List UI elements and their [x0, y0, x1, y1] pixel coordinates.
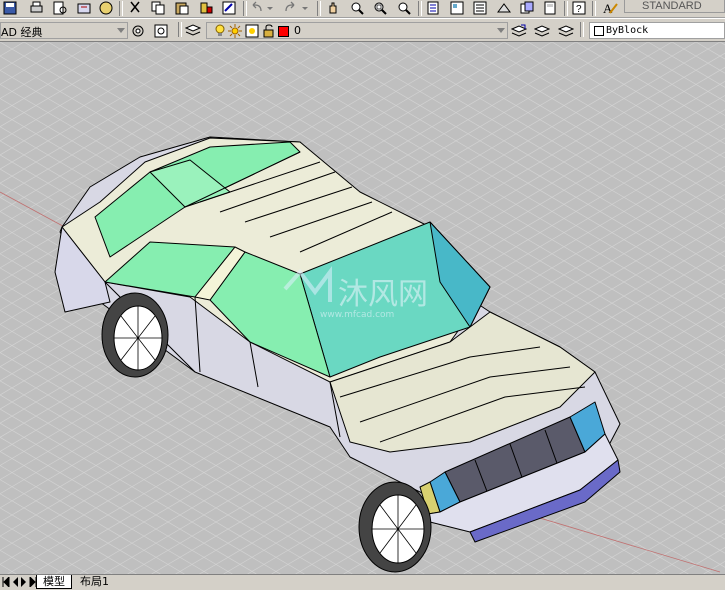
- calculator-icon[interactable]: [543, 1, 558, 15]
- design-center-icon[interactable]: [450, 1, 465, 15]
- drawing-viewport[interactable]: 沐风网 www.mfcad.com: [0, 42, 725, 574]
- workspace-value: AD 经典: [1, 26, 43, 39]
- cut-icon[interactable]: [128, 1, 143, 15]
- customize-icon[interactable]: [154, 24, 169, 38]
- prev-tab-icon[interactable]: [11, 577, 19, 587]
- grid-line: [655, 532, 725, 574]
- grid-line: [0, 42, 73, 85]
- tab-layout1[interactable]: 布局1: [74, 575, 115, 588]
- paste-icon[interactable]: [175, 1, 190, 15]
- sun-thawed-icon[interactable]: [228, 24, 242, 41]
- watermark-url: www.mfcad.com: [320, 310, 394, 320]
- color-swatch: [594, 26, 604, 36]
- standard-toolbar: ? A STANDARD: [0, 0, 725, 18]
- chevron-down-icon: [117, 28, 125, 33]
- 3d-dwf-icon[interactable]: [99, 1, 114, 15]
- sun-viewport-icon[interactable]: [245, 24, 259, 41]
- layer-states-icon[interactable]: [558, 24, 574, 38]
- block-editor-icon[interactable]: [222, 1, 237, 15]
- unlock-icon[interactable]: [263, 24, 275, 41]
- front-wheel: [358, 481, 432, 573]
- zoom-previous-icon[interactable]: [397, 1, 412, 15]
- text-style-icon[interactable]: A: [602, 1, 618, 15]
- workspace-layers-toolbar: AD 经典 0 ByBlock: [0, 18, 725, 42]
- svg-text:A: A: [603, 1, 613, 15]
- grid-line: [575, 42, 725, 131]
- color-control-combo[interactable]: ByBlock: [589, 22, 725, 39]
- chevron-down-icon: [497, 28, 505, 33]
- tab-model[interactable]: 模型: [36, 575, 72, 589]
- grid-line: [647, 42, 725, 88]
- next-tab-icon[interactable]: [20, 577, 28, 587]
- redo-icon[interactable]: [283, 1, 298, 15]
- print-icon[interactable]: [29, 1, 44, 15]
- layer-properties-manager-icon[interactable]: [185, 24, 201, 38]
- grid-line: [0, 42, 121, 113]
- copy-icon[interactable]: [151, 1, 166, 15]
- watermark-text: 沐风网: [338, 277, 428, 312]
- properties-icon[interactable]: [426, 1, 441, 15]
- grid-line: [679, 546, 725, 574]
- layer-previous-icon[interactable]: [534, 24, 550, 38]
- redo-dropdown-icon[interactable]: [301, 1, 316, 15]
- undo-dropdown-icon[interactable]: [266, 1, 281, 15]
- grid-line: [703, 561, 725, 574]
- rear-wheel: [101, 292, 169, 378]
- save-icon[interactable]: [3, 1, 18, 15]
- plot-preview-icon[interactable]: [53, 1, 68, 15]
- publish-icon[interactable]: [77, 1, 92, 15]
- current-layer-name: 0: [294, 24, 301, 37]
- svg-text:?: ?: [576, 4, 582, 15]
- lightbulb-on-icon[interactable]: [215, 24, 225, 41]
- zoom-realtime-icon[interactable]: [350, 1, 365, 15]
- layout-tabs-bar: 模型 布局1: [0, 574, 725, 589]
- make-object-layer-current-icon[interactable]: [511, 24, 527, 38]
- undo-icon[interactable]: [250, 1, 265, 15]
- help-icon[interactable]: ?: [572, 1, 587, 15]
- markup-set-icon[interactable]: [520, 1, 535, 15]
- first-tab-icon[interactable]: [2, 575, 10, 589]
- sheet-set-icon[interactable]: [497, 1, 512, 15]
- match-properties-icon[interactable]: [199, 1, 214, 15]
- pan-icon[interactable]: [326, 1, 341, 15]
- grid-line: [0, 42, 49, 71]
- workspace-settings-icon[interactable]: [131, 24, 146, 38]
- color-value: ByBlock: [606, 25, 649, 36]
- tool-palettes-icon[interactable]: [473, 1, 488, 15]
- grid-line: [599, 42, 725, 116]
- layer-color-swatch: [278, 26, 289, 37]
- workspace-combo[interactable]: AD 经典: [0, 22, 128, 39]
- text-style-combo[interactable]: STANDARD: [624, 0, 725, 13]
- layer-combo[interactable]: 0: [206, 22, 508, 39]
- zoom-window-icon[interactable]: [373, 1, 388, 15]
